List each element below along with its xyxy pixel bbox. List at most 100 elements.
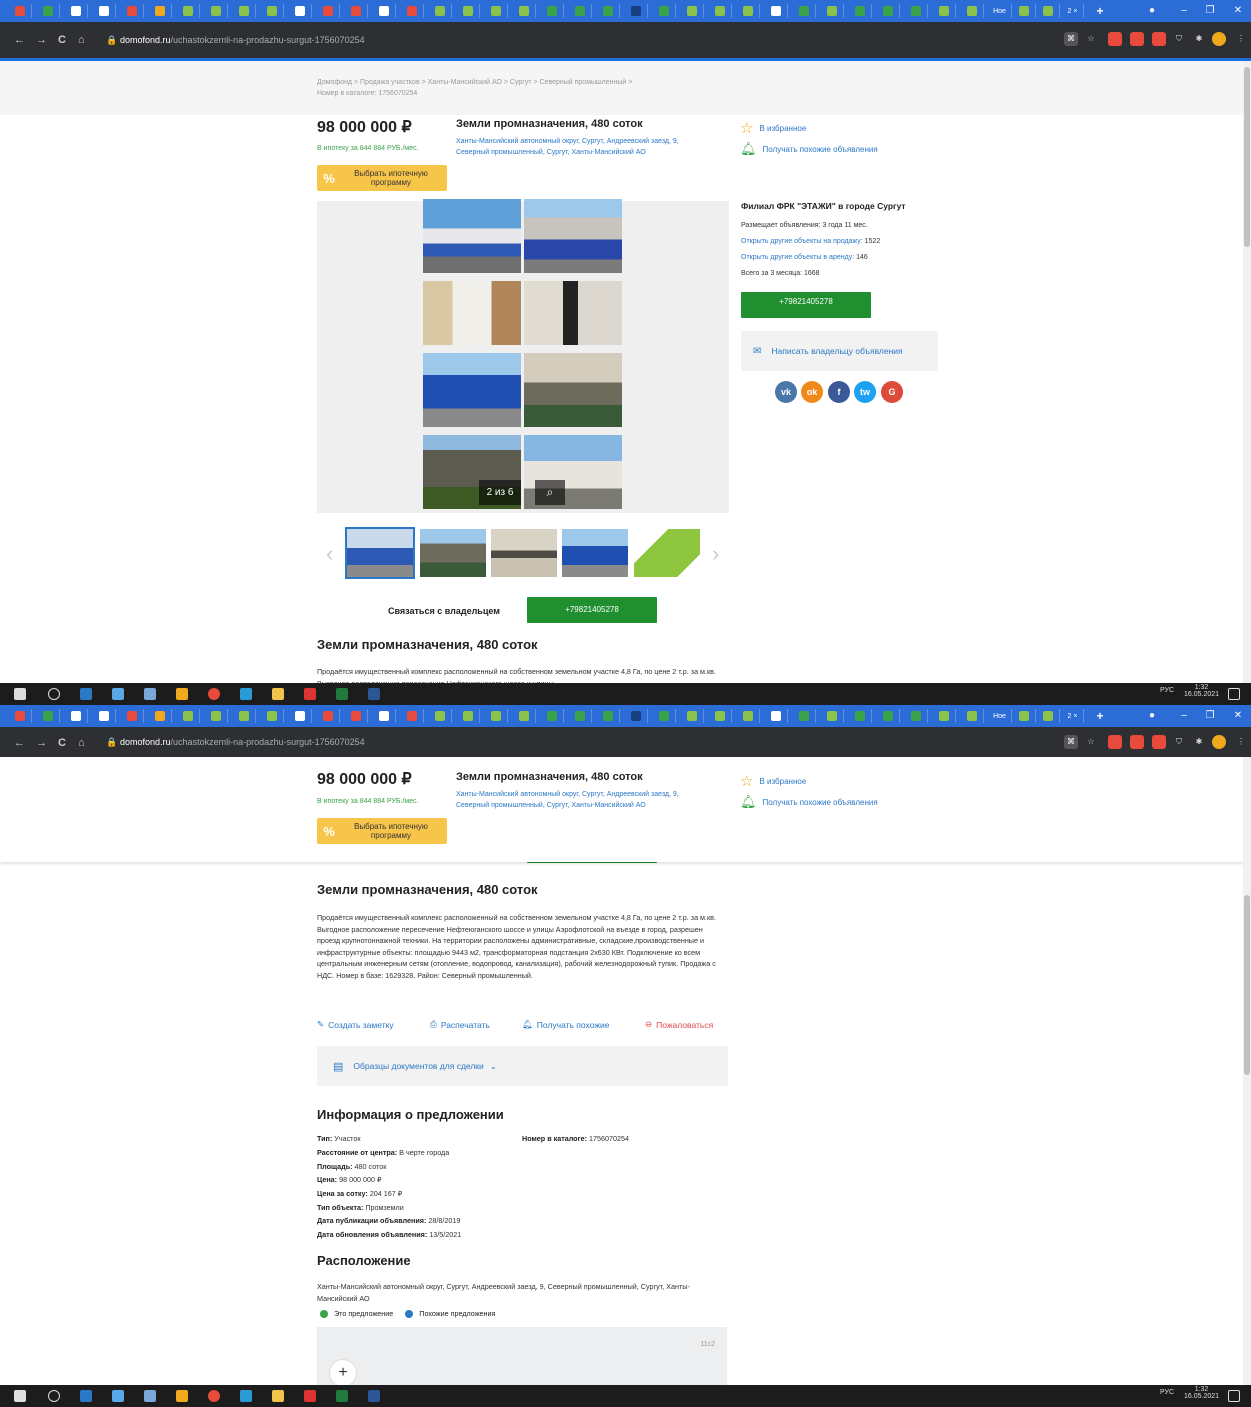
tab[interactable]	[624, 4, 648, 18]
tab[interactable]	[596, 4, 620, 18]
windows-icon[interactable]	[14, 688, 26, 700]
tab[interactable]	[904, 709, 928, 723]
tab[interactable]	[288, 4, 312, 18]
clock[interactable]: 1:32 16.05.2021	[1184, 684, 1219, 698]
twitter-icon[interactable]: tw	[854, 381, 876, 403]
tab[interactable]	[64, 4, 88, 18]
home-icon[interactable]: ⌂	[78, 34, 85, 46]
extension-icon[interactable]	[1108, 32, 1122, 46]
tab[interactable]	[148, 709, 172, 723]
extension-icon[interactable]	[1152, 735, 1166, 749]
vk-icon[interactable]: vk	[775, 381, 797, 403]
photo[interactable]	[423, 199, 521, 273]
tab[interactable]	[568, 709, 592, 723]
search-icon[interactable]	[48, 1390, 60, 1402]
reload-icon[interactable]: C	[58, 737, 66, 749]
app-icon[interactable]	[176, 1390, 188, 1402]
close-button[interactable]: ✕	[1226, 705, 1250, 727]
tab[interactable]	[764, 709, 788, 723]
translate-icon[interactable]: ⌘	[1064, 735, 1078, 749]
tab[interactable]: Hoe	[988, 4, 1012, 18]
scroll-thumb[interactable]	[1244, 895, 1250, 1075]
app-icon[interactable]	[112, 1390, 124, 1402]
tab[interactable]	[932, 709, 956, 723]
menu-icon[interactable]: ⋮	[1234, 735, 1248, 749]
excel-icon[interactable]	[336, 688, 348, 700]
favorite-link[interactable]: ☆ В избранное	[740, 119, 806, 137]
back-icon[interactable]: ←	[14, 737, 25, 749]
tab[interactable]	[764, 4, 788, 18]
tab[interactable]	[456, 4, 480, 18]
tab[interactable]	[316, 709, 340, 723]
forward-icon[interactable]: →	[36, 737, 47, 749]
tab[interactable]: Hoe	[988, 709, 1012, 723]
tab[interactable]	[148, 4, 172, 18]
profile-icon[interactable]: ●	[1140, 705, 1164, 727]
tab[interactable]	[316, 4, 340, 18]
pdf-icon[interactable]	[304, 688, 316, 700]
agency-phone-button[interactable]: +79821405278	[741, 292, 871, 318]
tab[interactable]	[568, 4, 592, 18]
photo[interactable]	[524, 281, 622, 345]
tab[interactable]	[1012, 4, 1036, 18]
tab[interactable]	[400, 4, 424, 18]
app-icon[interactable]	[144, 688, 156, 700]
reload-icon[interactable]: C	[58, 34, 66, 46]
phone-button[interactable]: +79821405278	[527, 597, 657, 623]
tab[interactable]	[512, 4, 536, 18]
notification-icon[interactable]	[1228, 1390, 1240, 1402]
thumbnail[interactable]	[491, 529, 557, 577]
print-link[interactable]: ⎙ Распечатать	[430, 1019, 490, 1030]
app-icon[interactable]	[144, 1390, 156, 1402]
tab[interactable]	[680, 4, 704, 18]
tab[interactable]	[708, 4, 732, 18]
notification-icon[interactable]	[1228, 688, 1240, 700]
mortgage-text[interactable]: В ипотеку за 844 884 РУБ./мес.	[317, 145, 419, 152]
tab[interactable]	[176, 4, 200, 18]
bookmark-star-icon[interactable]: ☆	[1084, 32, 1098, 46]
write-owner-button[interactable]: ✉ Написать владельцу объявления	[741, 331, 938, 371]
avatar[interactable]	[1212, 735, 1226, 749]
chrome-icon[interactable]	[208, 1390, 220, 1402]
chevron-left-icon[interactable]: ‹	[326, 541, 333, 567]
tab[interactable]	[372, 4, 396, 18]
word-icon[interactable]	[368, 1390, 380, 1402]
zoom-in-button[interactable]: +	[329, 1359, 357, 1387]
tab[interactable]	[1036, 4, 1060, 18]
puzzle-icon[interactable]: ✱	[1192, 32, 1206, 46]
tab[interactable]	[596, 709, 620, 723]
extension-icon[interactable]	[1108, 735, 1122, 749]
tab[interactable]	[8, 709, 32, 723]
excel-icon[interactable]	[336, 1390, 348, 1402]
favorite-link[interactable]: ☆ В избранное	[740, 772, 806, 790]
tab[interactable]	[484, 4, 508, 18]
language-indicator[interactable]: РУС	[1160, 1389, 1174, 1396]
thumbnail[interactable]	[345, 527, 415, 579]
tab[interactable]	[36, 709, 60, 723]
breadcrumb-text[interactable]: Домофонд > Продажа участков > Ханты-Манс…	[317, 77, 717, 88]
subscribe-similar-link[interactable]: 🔔︎ Получать похожие	[522, 1019, 610, 1030]
tab[interactable]	[820, 4, 844, 18]
forward-icon[interactable]: →	[36, 34, 47, 46]
complain-link[interactable]: ⊖ Пожаловаться	[645, 1019, 713, 1030]
home-icon[interactable]: ⌂	[78, 737, 85, 749]
tab[interactable]	[64, 709, 88, 723]
back-icon[interactable]: ←	[14, 34, 25, 46]
scroll-thumb[interactable]	[1244, 67, 1250, 247]
tab[interactable]	[540, 4, 564, 18]
tab[interactable]	[652, 4, 676, 18]
tab[interactable]	[288, 709, 312, 723]
magnifier-icon[interactable]: ⌕	[535, 480, 565, 505]
tab[interactable]	[512, 709, 536, 723]
tab[interactable]	[960, 709, 984, 723]
extension-icon[interactable]	[1130, 32, 1144, 46]
tab[interactable]	[792, 4, 816, 18]
photo[interactable]	[423, 353, 521, 427]
bookmark-star-icon[interactable]: ☆	[1084, 735, 1098, 749]
tab[interactable]	[876, 709, 900, 723]
minimize-button[interactable]: –	[1172, 705, 1196, 727]
tab[interactable]	[428, 709, 452, 723]
url-field[interactable]: 🔒 domofond.ru/uchastokzemli-na-prodazhu-…	[98, 734, 1058, 752]
shield-icon[interactable]: ⛉	[1172, 32, 1186, 46]
tab-active[interactable]: 2 ×	[1062, 709, 1084, 723]
